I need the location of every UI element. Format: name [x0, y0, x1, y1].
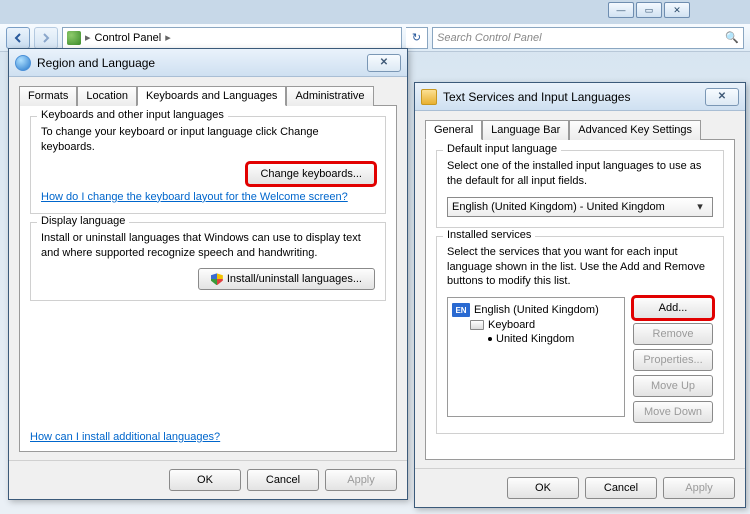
installed-services-tree[interactable]: EN English (United Kingdom) Keyboard Uni…	[447, 297, 625, 417]
default-language-dropdown[interactable]: English (United Kingdom) - United Kingdo…	[447, 197, 713, 217]
welcome-screen-layout-link[interactable]: How do I change the keyboard layout for …	[41, 191, 348, 203]
tab-administrative[interactable]: Administrative	[286, 86, 373, 106]
tab-location[interactable]: Location	[77, 86, 137, 106]
region-language-dialog: Region and Language ✕ Formats Location K…	[8, 48, 408, 500]
group-legend: Display language	[37, 215, 129, 227]
control-panel-icon	[67, 31, 81, 45]
cancel-button[interactable]: Cancel	[247, 469, 319, 491]
group-description: Select one of the installed input langua…	[447, 159, 713, 189]
display-language-group: Display language Install or uninstall la…	[30, 222, 386, 302]
dialog-footer: OK Cancel Apply	[9, 460, 407, 498]
installed-services-buttons: Add... Remove Properties... Move Up Move…	[633, 297, 713, 423]
uac-shield-icon	[211, 273, 223, 285]
background-window-controls: — ▭ ✕	[606, 2, 690, 18]
install-uninstall-languages-button[interactable]: Install/uninstall languages...	[198, 268, 375, 290]
group-description: Select the services that you want for ea…	[447, 245, 713, 290]
tab-advanced-key-settings[interactable]: Advanced Key Settings	[569, 120, 701, 140]
chevron-right-icon: ▸	[165, 31, 171, 44]
cancel-button[interactable]: Cancel	[585, 477, 657, 499]
close-button[interactable]: ✕	[367, 54, 401, 72]
bullet-icon	[488, 337, 492, 341]
region-tabs: Formats Location Keyboards and Languages…	[19, 85, 397, 106]
group-legend: Installed services	[443, 229, 535, 241]
tab-general[interactable]: General	[425, 120, 482, 140]
install-additional-languages-link[interactable]: How can I install additional languages?	[30, 431, 220, 443]
breadcrumb[interactable]: ▸ Control Panel ▸	[62, 27, 402, 49]
chevron-right-icon: ▸	[85, 31, 91, 44]
installed-services-group: Installed services Select the services t…	[436, 236, 724, 435]
dialog-footer: OK Cancel Apply	[415, 468, 745, 506]
dialog-titlebar[interactable]: Text Services and Input Languages ✕	[415, 83, 745, 111]
move-up-button[interactable]: Move Up	[633, 375, 713, 397]
dialog-titlebar[interactable]: Region and Language ✕	[9, 49, 407, 77]
dialog-title: Region and Language	[37, 56, 155, 70]
move-down-button[interactable]: Move Down	[633, 401, 713, 423]
keyboards-input-group: Keyboards and other input languages To c…	[30, 116, 386, 214]
text-services-dialog: Text Services and Input Languages ✕ Gene…	[414, 82, 746, 508]
properties-button[interactable]: Properties...	[633, 349, 713, 371]
remove-button[interactable]: Remove	[633, 323, 713, 345]
default-input-language-group: Default input language Select one of the…	[436, 150, 724, 228]
add-button[interactable]: Add...	[633, 297, 713, 319]
tab-keyboards-languages[interactable]: Keyboards and Languages	[137, 86, 287, 106]
minimize-icon[interactable]: —	[608, 2, 634, 18]
text-services-icon	[421, 89, 437, 105]
chevron-down-icon: ▾	[692, 200, 708, 213]
search-input[interactable]: Search Control Panel 🔍	[432, 27, 744, 49]
tab-language-bar[interactable]: Language Bar	[482, 120, 569, 140]
tree-layout-node[interactable]: United Kingdom	[452, 332, 620, 346]
group-legend: Default input language	[443, 143, 561, 155]
tree-label: Keyboard	[488, 319, 535, 331]
group-description: To change your keyboard or input languag…	[41, 125, 375, 155]
breadcrumb-item[interactable]: Control Panel	[95, 32, 162, 44]
language-badge-icon: EN	[452, 303, 470, 317]
keyboard-icon	[470, 320, 484, 330]
maximize-icon[interactable]: ▭	[636, 2, 662, 18]
globe-icon	[15, 55, 31, 71]
textsvc-tabs: General Language Bar Advanced Key Settin…	[425, 119, 735, 140]
tree-keyboard-node[interactable]: Keyboard	[452, 318, 620, 332]
change-keyboards-button[interactable]: Change keyboards...	[247, 163, 375, 185]
group-description: Install or uninstall languages that Wind…	[41, 231, 375, 261]
apply-button[interactable]: Apply	[325, 469, 397, 491]
apply-button[interactable]: Apply	[663, 477, 735, 499]
nav-back-button[interactable]	[6, 27, 30, 49]
ok-button[interactable]: OK	[169, 469, 241, 491]
search-placeholder: Search Control Panel	[437, 32, 542, 44]
dialog-title: Text Services and Input Languages	[443, 90, 630, 104]
button-label: Install/uninstall languages...	[227, 273, 362, 285]
close-button[interactable]: ✕	[705, 88, 739, 106]
tree-label: United Kingdom	[496, 333, 574, 345]
group-legend: Keyboards and other input languages	[37, 109, 228, 121]
nav-forward-button[interactable]	[34, 27, 58, 49]
refresh-button[interactable]: ↻	[406, 27, 428, 49]
search-icon[interactable]: 🔍	[725, 31, 739, 44]
tree-label: English (United Kingdom)	[474, 304, 599, 316]
ok-button[interactable]: OK	[507, 477, 579, 499]
tab-formats[interactable]: Formats	[19, 86, 77, 106]
tree-language-node[interactable]: EN English (United Kingdom)	[452, 302, 620, 318]
close-icon[interactable]: ✕	[664, 2, 690, 18]
dropdown-selected-value: English (United Kingdom) - United Kingdo…	[452, 201, 665, 213]
